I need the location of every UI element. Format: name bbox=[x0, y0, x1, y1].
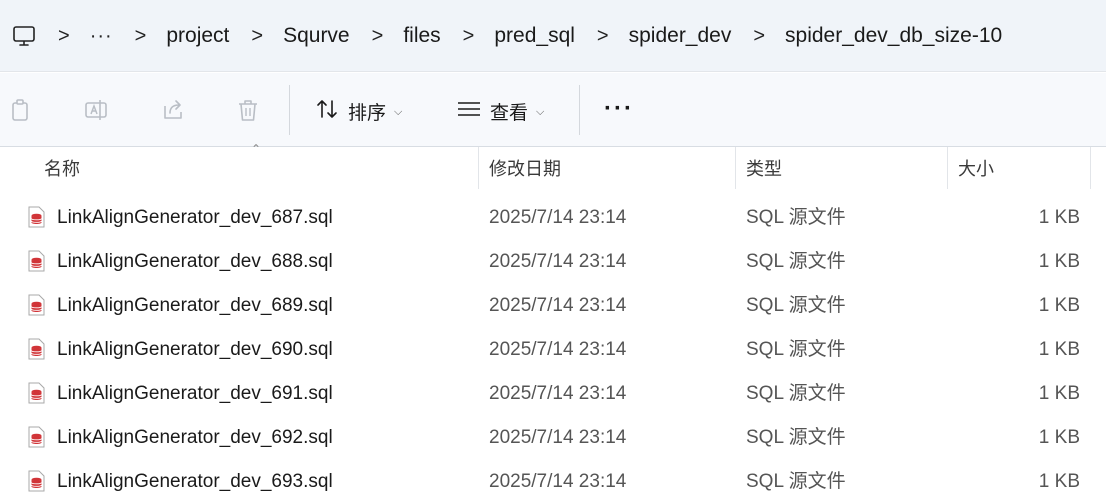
breadcrumb-separator: > bbox=[251, 24, 264, 47]
column-resize-handle[interactable] bbox=[1090, 147, 1091, 189]
column-header-type[interactable]: 类型 bbox=[746, 159, 782, 179]
breadcrumb-item-files[interactable]: files bbox=[403, 25, 440, 46]
file-type: SQL 源文件 bbox=[746, 471, 846, 492]
file-modified-date: 2025/7/14 23:14 bbox=[489, 339, 627, 360]
chevron-down-icon: ⌵ bbox=[394, 105, 403, 118]
view-label: 查看 bbox=[490, 102, 529, 124]
file-list: LinkAlignGenerator_dev_687.sql 2025/7/14… bbox=[0, 196, 1106, 504]
more-options-button[interactable]: ··· bbox=[604, 95, 634, 123]
breadcrumb-separator: > bbox=[58, 24, 70, 47]
view-button[interactable]: 查看 ⌵ bbox=[456, 97, 544, 125]
breadcrumb-separator: > bbox=[753, 24, 766, 47]
file-name[interactable]: LinkAlignGenerator_dev_687.sql bbox=[57, 207, 333, 229]
sql-file-icon bbox=[27, 338, 45, 360]
file-modified-date: 2025/7/14 23:14 bbox=[489, 471, 627, 492]
file-type: SQL 源文件 bbox=[746, 251, 846, 272]
breadcrumb-separator: > bbox=[596, 24, 609, 47]
sql-file-icon bbox=[27, 250, 45, 272]
file-modified-date: 2025/7/14 23:14 bbox=[489, 251, 627, 272]
file-row[interactable]: LinkAlignGenerator_dev_691.sql 2025/7/14… bbox=[0, 372, 1106, 416]
share-icon[interactable] bbox=[160, 97, 186, 123]
file-type: SQL 源文件 bbox=[746, 427, 846, 448]
file-modified-date: 2025/7/14 23:14 bbox=[489, 427, 627, 448]
file-type: SQL 源文件 bbox=[746, 339, 846, 360]
file-size: 1 KB bbox=[1038, 207, 1080, 228]
copy-icon[interactable] bbox=[8, 97, 34, 123]
breadcrumb-item-spider-dev[interactable]: spider_dev bbox=[629, 25, 732, 46]
sql-file-icon bbox=[27, 470, 45, 492]
file-name[interactable]: LinkAlignGenerator_dev_693.sql bbox=[57, 471, 333, 493]
column-header-row: 名称 修改日期 类型 大小 bbox=[0, 147, 1106, 193]
column-resize-handle[interactable] bbox=[735, 147, 736, 189]
sql-file-icon bbox=[27, 294, 45, 316]
breadcrumb-separator: > bbox=[462, 24, 475, 47]
file-type: SQL 源文件 bbox=[746, 207, 846, 228]
sql-file-icon bbox=[27, 426, 45, 448]
file-name[interactable]: LinkAlignGenerator_dev_688.sql bbox=[57, 251, 333, 273]
file-size: 1 KB bbox=[1038, 427, 1080, 448]
file-name[interactable]: LinkAlignGenerator_dev_692.sql bbox=[57, 427, 333, 449]
breadcrumb-separator: > bbox=[134, 24, 147, 47]
column-header-size[interactable]: 大小 bbox=[958, 159, 994, 179]
column-resize-handle[interactable] bbox=[478, 147, 479, 189]
delete-icon[interactable] bbox=[235, 97, 261, 123]
file-size: 1 KB bbox=[1038, 339, 1080, 360]
view-icon bbox=[456, 96, 482, 127]
file-modified-date: 2025/7/14 23:14 bbox=[489, 295, 627, 316]
this-pc-icon[interactable] bbox=[12, 24, 36, 48]
file-row[interactable]: LinkAlignGenerator_dev_690.sql 2025/7/14… bbox=[0, 328, 1106, 372]
sort-label: 排序 bbox=[348, 102, 387, 124]
file-row[interactable]: LinkAlignGenerator_dev_693.sql 2025/7/14… bbox=[0, 460, 1106, 504]
column-header-name[interactable]: 名称 bbox=[44, 159, 80, 179]
file-type: SQL 源文件 bbox=[746, 383, 846, 404]
chevron-down-icon: ⌵ bbox=[536, 105, 545, 118]
breadcrumb-item-pred-sql[interactable]: pred_sql bbox=[494, 25, 575, 46]
sql-file-icon bbox=[27, 382, 45, 404]
file-size: 1 KB bbox=[1038, 295, 1080, 316]
file-size: 1 KB bbox=[1038, 471, 1080, 492]
file-row[interactable]: LinkAlignGenerator_dev_692.sql 2025/7/14… bbox=[0, 416, 1106, 460]
file-modified-date: 2025/7/14 23:14 bbox=[489, 207, 627, 228]
file-type: SQL 源文件 bbox=[746, 295, 846, 316]
sql-file-icon bbox=[27, 206, 45, 228]
sort-button[interactable]: 排序 ⌵ bbox=[314, 97, 402, 125]
file-name[interactable]: LinkAlignGenerator_dev_691.sql bbox=[57, 383, 333, 405]
column-header-date[interactable]: 修改日期 bbox=[489, 159, 561, 179]
file-modified-date: 2025/7/14 23:14 bbox=[489, 383, 627, 404]
breadcrumb-item-squrve[interactable]: Squrve bbox=[283, 25, 350, 46]
file-size: 1 KB bbox=[1038, 383, 1080, 404]
file-row[interactable]: LinkAlignGenerator_dev_688.sql 2025/7/14… bbox=[0, 240, 1106, 284]
rename-icon[interactable] bbox=[83, 97, 109, 123]
address-bar: > ··· > project > Squrve > files > pred_… bbox=[0, 0, 1106, 72]
breadcrumb-item-project[interactable]: project bbox=[166, 25, 229, 46]
breadcrumb-separator: > bbox=[371, 24, 384, 47]
command-toolbar: 排序 ⌵ 查看 ⌵ ··· bbox=[0, 73, 1106, 147]
file-row[interactable]: LinkAlignGenerator_dev_689.sql 2025/7/14… bbox=[0, 284, 1106, 328]
file-size: 1 KB bbox=[1038, 251, 1080, 272]
breadcrumb-more-button[interactable]: ··· bbox=[90, 26, 113, 46]
file-row[interactable]: LinkAlignGenerator_dev_687.sql 2025/7/14… bbox=[0, 196, 1106, 240]
file-name[interactable]: LinkAlignGenerator_dev_690.sql bbox=[57, 339, 333, 361]
breadcrumb-item-current-folder[interactable]: spider_dev_db_size-10 bbox=[785, 25, 1002, 46]
sort-icon bbox=[314, 96, 340, 127]
file-name[interactable]: LinkAlignGenerator_dev_689.sql bbox=[57, 295, 333, 317]
toolbar-divider bbox=[579, 85, 580, 135]
column-resize-handle[interactable] bbox=[947, 147, 948, 189]
toolbar-divider bbox=[289, 85, 290, 135]
